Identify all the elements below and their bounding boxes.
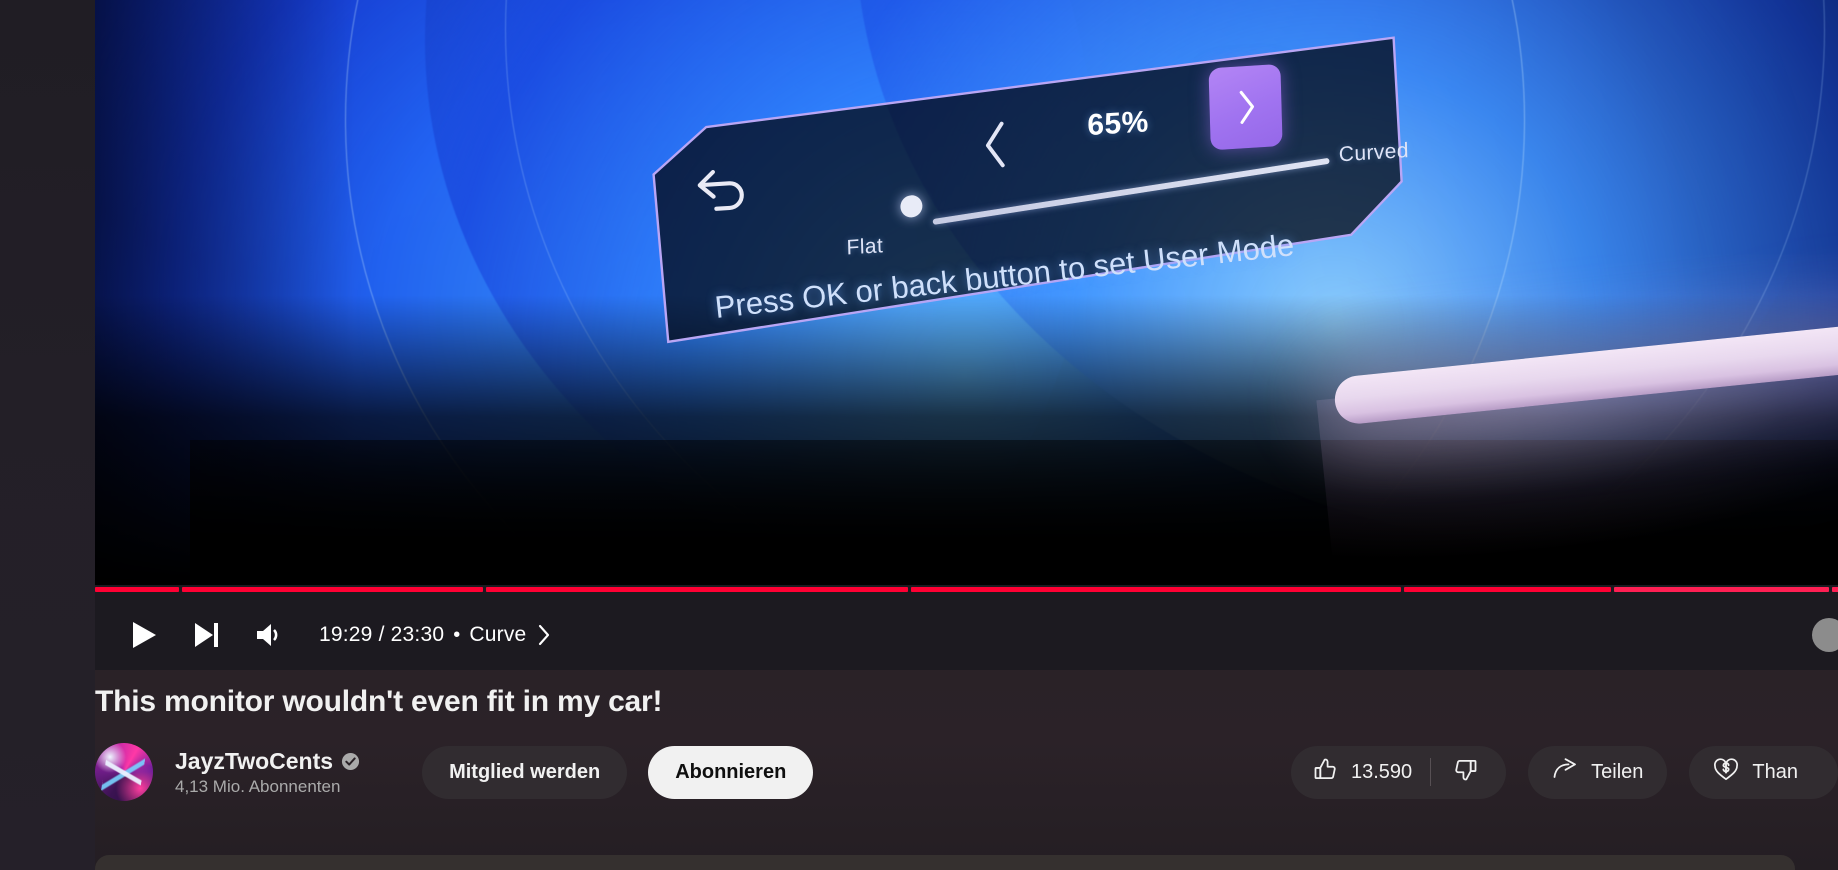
like-button[interactable]: 13.590	[1313, 757, 1430, 788]
osd-back-icon[interactable]	[691, 162, 752, 220]
osd-next-button[interactable]	[1208, 63, 1283, 151]
thumbs-down-icon	[1453, 757, 1478, 787]
page-title: This monitor wouldn't even fit in my car…	[95, 685, 663, 718]
subscriber-count: 4,13 Mio. Abonnenten	[175, 776, 341, 796]
owner-name-line: JayzTwoCents	[175, 748, 360, 775]
like-dislike-group: 13.590	[1290, 745, 1507, 799]
osd-percent-value: 65%	[1086, 105, 1150, 143]
action-buttons-row: 13.590 Teilen Than	[1290, 740, 1838, 804]
subscribe-button[interactable]: Abonnieren	[648, 745, 814, 799]
dislike-button[interactable]	[1431, 757, 1500, 787]
thanks-label: Than	[1752, 760, 1798, 783]
thanks-button[interactable]: Than	[1689, 745, 1838, 799]
avatar[interactable]	[95, 743, 153, 801]
youtube-watch-page: 65% Flat Curved Press OK or back button …	[0, 0, 1838, 870]
share-label: Teilen	[1591, 760, 1644, 783]
thumbs-up-icon	[1313, 757, 1338, 788]
left-gutter	[0, 0, 95, 870]
description-card[interactable]	[95, 855, 1795, 870]
heart-dollar-icon	[1713, 757, 1739, 788]
share-arrow-icon	[1552, 757, 1578, 787]
osd-curvature-slider-knob[interactable]	[900, 194, 923, 219]
video-meta-section: This monitor wouldn't even fit in my car…	[95, 585, 1838, 870]
verified-check-icon	[341, 752, 360, 771]
share-button[interactable]: Teilen	[1528, 745, 1668, 799]
osd-prev-chevron-icon[interactable]	[978, 118, 1013, 172]
like-count: 13.590	[1350, 760, 1413, 783]
osd-slider-max-label: Curved	[1338, 138, 1410, 167]
osd-slider-min-label: Flat	[846, 234, 884, 260]
join-button[interactable]: Mitglied werden	[422, 745, 628, 799]
channel-name[interactable]: JayzTwoCents	[175, 748, 333, 775]
owner-text-block: JayzTwoCents 4,13 Mio. Abonnenten	[175, 748, 360, 797]
video-player-stage[interactable]: 65% Flat Curved Press OK or back button …	[95, 0, 1838, 585]
